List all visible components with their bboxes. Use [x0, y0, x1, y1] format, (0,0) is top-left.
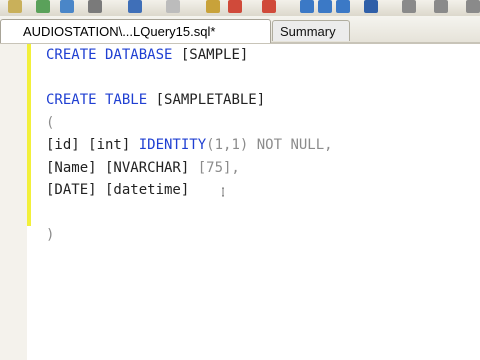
tab-query15-label: AUDIOSTATION\...LQuery15.sql* — [23, 24, 216, 39]
tab-summary[interactable]: Summary — [272, 20, 350, 41]
document-tabstrip: AUDIOSTATION\...LQuery15.sql* Summary — [0, 16, 480, 44]
code-line[interactable] — [46, 67, 333, 90]
tab-query15[interactable]: AUDIOSTATION\...LQuery15.sql* — [0, 19, 271, 43]
indent-icon[interactable] — [402, 0, 416, 13]
code-token: [DATE] [datetime] — [46, 182, 190, 198]
code-token: (1,1) NOT NULL, — [206, 137, 333, 153]
parse-icon[interactable] — [60, 0, 74, 13]
specify-values-icon[interactable] — [466, 0, 480, 13]
code-line[interactable]: CREATE TABLE [SAMPLETABLE] — [46, 89, 333, 112]
code-token: ( — [46, 114, 55, 131]
code-token: ) — [46, 227, 55, 243]
sql-editor[interactable]: CREATE DATABASE [SAMPLE] CREATE TABLE [SA… — [46, 44, 333, 247]
code-line[interactable]: [Name] [NVARCHAR] [75], — [46, 157, 333, 180]
code-token: [SAMPLE] — [172, 47, 249, 63]
code-token: CREATE TABLE — [46, 92, 148, 108]
change-marker — [27, 44, 31, 226]
code-line[interactable] — [46, 202, 333, 225]
results-icon[interactable] — [166, 0, 180, 13]
code-line[interactable]: CREATE DATABASE [SAMPLE] — [46, 44, 333, 67]
code-token: IDENTITY — [138, 137, 207, 153]
code-token: [id] [int] — [46, 137, 139, 153]
code-token: [75], — [197, 159, 240, 176]
code-line[interactable]: [id] [int] IDENTITY(1,1) NOT NULL, — [46, 134, 333, 157]
editor-gutter — [0, 44, 27, 360]
open-file-icon[interactable] — [8, 0, 22, 13]
client-stats-icon[interactable] — [262, 0, 276, 13]
code-token: [SAMPLETABLE] — [147, 92, 266, 108]
debug-icon[interactable] — [88, 0, 102, 13]
outdent-icon[interactable] — [434, 0, 448, 13]
text-cursor-icon — [222, 187, 224, 197]
include-plan-icon[interactable] — [228, 0, 242, 13]
comment-icon[interactable] — [364, 0, 378, 13]
display-plan-icon[interactable] — [206, 0, 220, 13]
results-grid-icon[interactable] — [318, 0, 332, 13]
tab-summary-label: Summary — [280, 23, 336, 39]
undo-icon[interactable] — [128, 0, 142, 13]
results-file-icon[interactable] — [336, 0, 350, 13]
results-text-icon[interactable] — [300, 0, 314, 13]
code-line[interactable]: [DATE] [datetime] — [46, 179, 333, 202]
code-token: [Name] [NVARCHAR] — [46, 159, 198, 176]
code-line[interactable]: ( — [46, 112, 333, 135]
code-token: CREATE DATABASE — [46, 47, 173, 63]
execute-icon[interactable] — [36, 0, 50, 13]
toolbar — [0, 0, 480, 17]
code-line[interactable]: ) — [46, 224, 333, 247]
